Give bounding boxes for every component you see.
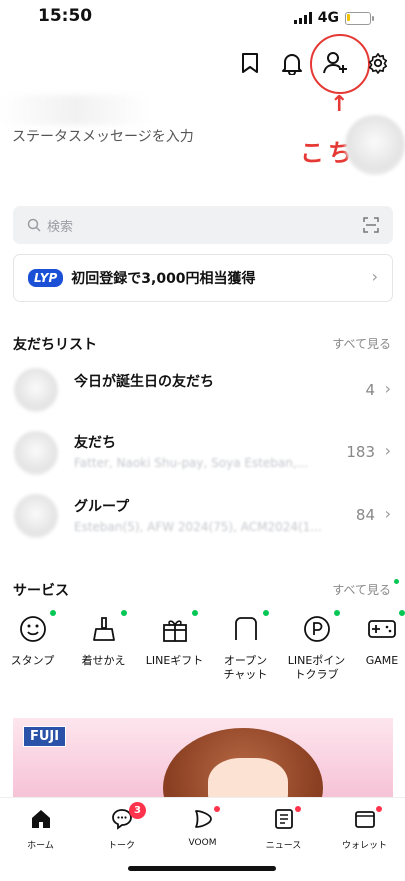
services-row: スタンプ 着せかえ LINEギフト オープン チャット LINEポイン トクラブ: [0, 610, 405, 682]
tab-label: ウォレット: [341, 841, 387, 851]
row-title: 友だち: [74, 435, 116, 451]
service-openchat[interactable]: オープン チャット: [210, 610, 281, 682]
search-input[interactable]: 検索: [47, 216, 73, 235]
search-bar[interactable]: 検索: [13, 206, 393, 244]
services-new-dot: [394, 579, 399, 584]
chevron-right-icon: ›: [384, 504, 391, 523]
bottom-tab-bar: ホーム 3 トーク VOOM ニュース ウォレット: [0, 797, 405, 858]
row-subtitle: Fatter, Naoki Shu-pay, Soya Esteban,...: [74, 456, 309, 470]
tab-chats[interactable]: 3 トーク: [81, 798, 162, 858]
profile-name-blur: [0, 95, 150, 125]
qr-scan-icon[interactable]: [363, 217, 379, 233]
tab-label: トーク: [107, 841, 135, 851]
openchat-icon: [231, 610, 269, 644]
battery-icon: [345, 11, 374, 25]
row-count: 183: [346, 443, 375, 461]
brush-icon: [89, 610, 127, 644]
service-label: LINEポイン トクラブ: [287, 654, 346, 681]
banner-text: 初回登録で3,000円相当獲得: [71, 271, 256, 287]
annotation-arrow: ↑: [330, 92, 349, 117]
service-theme[interactable]: 着せかえ: [68, 610, 139, 682]
points-icon: [302, 610, 340, 644]
row-title: 今日が誕生日の友だち: [74, 374, 214, 390]
settings-gear-icon[interactable]: [365, 50, 391, 76]
wallet-icon: [354, 808, 376, 834]
service-label: スタンプ: [10, 654, 55, 667]
list-item-friends[interactable]: 友だち Fatter, Naoki Shu-pay, Soya Esteban,…: [0, 425, 405, 480]
service-label: GAME: [365, 654, 399, 667]
add-friend-icon[interactable]: [323, 50, 349, 76]
bell-icon[interactable]: [279, 50, 305, 76]
news-new-dot: [295, 806, 301, 812]
service-gift[interactable]: LINEギフト: [139, 610, 210, 682]
bookmark-icon[interactable]: [237, 50, 263, 76]
status-time: 15:50: [38, 6, 93, 26]
fuji-logo: FUJI: [23, 726, 67, 747]
tab-label: VOOM: [188, 838, 217, 848]
status-message[interactable]: ステータスメッセージを入力: [12, 126, 194, 146]
tab-home[interactable]: ホーム: [0, 798, 81, 858]
tab-label: ホーム: [27, 841, 54, 851]
network-label: 4G: [317, 10, 339, 26]
tab-wallet[interactable]: ウォレット: [324, 798, 405, 858]
friends-section-title: 友だちリスト: [13, 337, 97, 353]
friends-see-all[interactable]: すべて見る: [332, 335, 391, 352]
row-subtitle: Esteban(5), AFW 2024(75), ACM2024(1...: [74, 520, 322, 534]
service-game[interactable]: GAME: [352, 610, 405, 682]
promo-illustration-face: [208, 758, 288, 798]
service-label: オープン チャット: [223, 654, 268, 681]
tab-news[interactable]: ニュース: [243, 798, 324, 858]
tab-voom[interactable]: VOOM: [162, 798, 243, 858]
services-see-all[interactable]: すべて見る: [332, 581, 391, 598]
chevron-right-icon: ›: [384, 379, 391, 398]
list-item-groups[interactable]: グループ Esteban(5), AFW 2024(75), ACM2024(1…: [0, 488, 405, 543]
services-section-title: サービス: [13, 583, 69, 599]
tab-label: ニュース: [265, 841, 302, 851]
service-stamp[interactable]: スタンプ: [0, 610, 68, 682]
unread-badge: 3: [129, 802, 146, 819]
search-icon: [27, 218, 41, 232]
friends-avatar: [14, 431, 58, 475]
home-icon: [30, 808, 52, 834]
birthday-avatar: [14, 368, 58, 412]
chevron-right-icon: ›: [371, 267, 378, 286]
chevron-right-icon: ›: [384, 441, 391, 460]
row-title: グループ: [74, 499, 130, 515]
service-points[interactable]: LINEポイン トクラブ: [281, 610, 352, 682]
row-count: 4: [365, 381, 375, 399]
promo-banner[interactable]: FUJI: [13, 718, 393, 798]
voom-icon: [192, 808, 214, 834]
service-label: 着せかえ: [81, 654, 126, 667]
row-count: 84: [355, 506, 375, 524]
service-label: LINEギフト: [145, 654, 204, 667]
list-item-birthday[interactable]: 今日が誕生日の友だち 4 ›: [0, 360, 405, 415]
status-indicators: 4G: [293, 10, 374, 26]
signal-icon: [293, 12, 312, 24]
profile-avatar[interactable]: [345, 115, 405, 175]
voom-new-dot: [214, 806, 220, 812]
news-icon: [273, 808, 295, 834]
gift-icon: [160, 610, 198, 644]
wallet-new-dot: [376, 806, 382, 812]
smile-icon: [18, 610, 56, 644]
lyp-banner[interactable]: LYP 初回登録で3,000円相当獲得 ›: [13, 254, 393, 302]
home-indicator: [128, 866, 276, 871]
groups-avatar: [14, 494, 58, 538]
lyp-logo: LYP: [28, 269, 64, 287]
game-icon: [367, 610, 405, 644]
